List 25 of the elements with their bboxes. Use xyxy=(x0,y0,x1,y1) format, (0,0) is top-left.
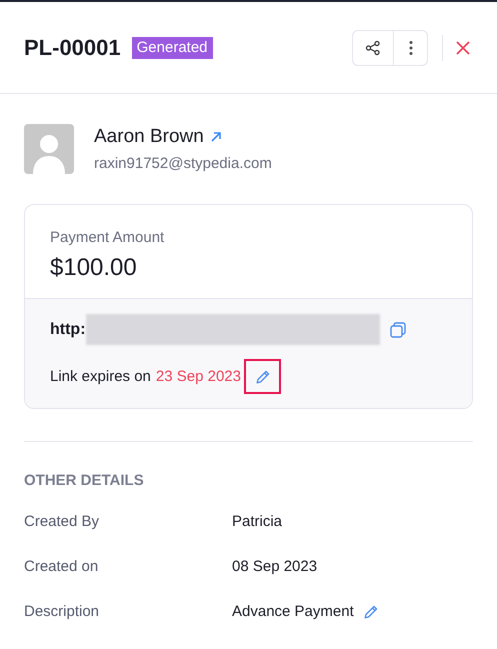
external-link-icon[interactable] xyxy=(210,131,222,143)
expiry-date: 23 Sep 2023 xyxy=(156,368,241,385)
copy-icon[interactable] xyxy=(388,320,407,338)
edit-button[interactable] xyxy=(244,359,281,394)
detail-value: Patricia xyxy=(232,513,282,530)
section-heading: OTHER DETAILS xyxy=(24,472,145,489)
detail-value: 08 Sep 2023 xyxy=(232,558,318,575)
status-badge: Generated xyxy=(132,36,213,58)
detail-label: Created By xyxy=(24,513,100,530)
edit-button[interactable] xyxy=(362,604,379,620)
expiry-label: Link expires on xyxy=(50,368,151,385)
customer-email: raxin91752@stypedia.com xyxy=(94,155,272,172)
link-url: http: xyxy=(50,320,86,338)
payment-amount-label: Payment Amount xyxy=(50,229,166,246)
customer-name-link[interactable]: Aaron Brown xyxy=(94,126,204,148)
pencil-icon xyxy=(254,369,271,385)
payment-amount: $100.00 xyxy=(50,254,138,282)
share-icon xyxy=(365,40,381,56)
pencil-icon xyxy=(362,604,379,620)
detail-value: Advance Payment xyxy=(232,603,354,620)
record-title: PL-00001 xyxy=(24,34,121,60)
avatar-icon xyxy=(24,124,74,174)
detail-label: Created on xyxy=(24,558,100,575)
more-icon xyxy=(408,40,412,56)
detail-label: Description xyxy=(24,603,100,620)
